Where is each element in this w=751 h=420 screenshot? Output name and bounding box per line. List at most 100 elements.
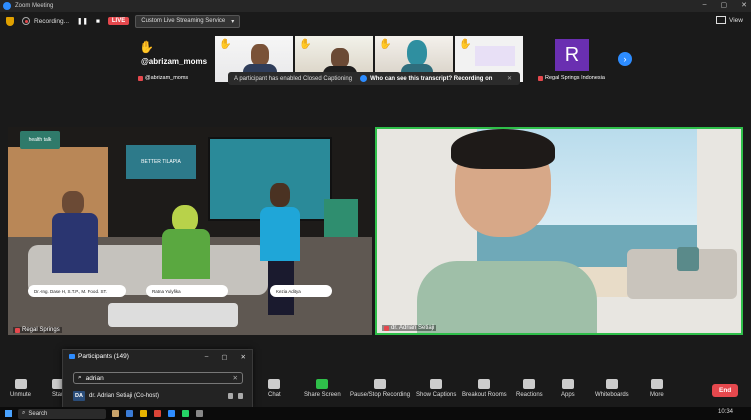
raised-hand-icon: ✋ xyxy=(379,39,392,50)
share-screen-icon xyxy=(316,379,329,389)
participant-head xyxy=(331,48,349,68)
chat-button[interactable]: Chat xyxy=(268,379,281,398)
participant-search-input[interactable]: ⌕ adrian ✕ xyxy=(73,372,243,384)
close-icon[interactable]: ✕ xyxy=(741,1,747,9)
view-button[interactable]: View xyxy=(716,16,743,24)
apps-icon xyxy=(561,379,574,389)
minimize-icon[interactable]: – xyxy=(205,353,209,361)
video-name-label: Regal Springs xyxy=(13,327,62,333)
apps-button[interactable]: Apps xyxy=(561,379,575,398)
guest-body xyxy=(162,229,210,279)
whiteboards-button[interactable]: Whiteboards xyxy=(595,379,629,398)
search-icon: ⌕ xyxy=(22,410,26,416)
settings-icon[interactable] xyxy=(196,410,203,417)
thumbnail-abrizam[interactable]: ✋ @abrizam_moms @abrizam_moms xyxy=(135,36,213,82)
folder-icon[interactable] xyxy=(140,410,147,417)
presenter-head xyxy=(270,183,290,207)
raised-hand-icon: ✋ xyxy=(139,40,154,54)
speaker-shirt xyxy=(417,261,597,333)
app-icon[interactable] xyxy=(126,410,133,417)
unmute-button[interactable]: Unmute xyxy=(10,379,31,398)
more-icon xyxy=(650,379,663,389)
shield-icon[interactable] xyxy=(6,16,14,26)
record-icon xyxy=(22,17,30,25)
participant-name: dr. Adrian Setiaji (Co-host) xyxy=(89,393,160,399)
meeting-info-bar: Recording... ❚❚ ■ LIVE Custom Live Strea… xyxy=(0,12,751,30)
coffee-table xyxy=(108,303,238,327)
zoom-logo-icon xyxy=(3,2,11,10)
stream-service-dropdown[interactable]: Custom Live Streaming Service ▾ xyxy=(135,14,241,28)
thumbnail-name: @abrizam_moms xyxy=(138,75,188,81)
show-logo: health talk xyxy=(20,131,60,149)
pause-stop-recording-button[interactable]: Pause/Stop Recording xyxy=(350,379,410,398)
cushion xyxy=(677,247,699,271)
app-icon[interactable] xyxy=(112,410,119,417)
raised-hand-icon: ✋ xyxy=(299,39,312,50)
reactions-button[interactable]: Reactions xyxy=(516,379,543,398)
video-regal-springs[interactable]: health talk BETTER TILAPIA Dr.-Ing. Dase… xyxy=(8,127,372,335)
pause-recording-icon[interactable]: ❚❚ xyxy=(77,17,88,25)
pause-recording-icon xyxy=(374,379,387,389)
search-icon: ⌕ xyxy=(78,374,82,381)
close-icon[interactable]: ✕ xyxy=(507,75,512,82)
chevron-right-icon: › xyxy=(623,54,627,64)
clear-search-icon[interactable]: ✕ xyxy=(233,374,238,382)
view-label: View xyxy=(729,16,743,24)
whiteboard-icon xyxy=(605,379,618,389)
participant-status-icons xyxy=(228,393,243,399)
more-button[interactable]: More xyxy=(650,379,664,398)
minimize-icon[interactable]: – xyxy=(703,1,707,9)
mic-off-icon xyxy=(138,75,143,81)
reactions-icon xyxy=(523,379,536,389)
avatar: DA xyxy=(73,391,85,401)
taskbar-apps xyxy=(112,410,203,417)
presenter-body xyxy=(260,207,300,261)
participant-row[interactable]: DA dr. Adrian Setiaji (Co-host) xyxy=(73,390,243,402)
show-captions-button[interactable]: Show Captions xyxy=(416,379,456,398)
participant-head xyxy=(251,44,269,66)
backdrop-sign: BETTER TILAPIA xyxy=(126,145,196,179)
title-bar: Zoom Meeting – ▢ ✕ xyxy=(0,0,751,12)
taskbar-search[interactable]: ⌕ Search xyxy=(18,408,106,419)
chevron-down-icon: ▾ xyxy=(231,18,235,25)
stop-recording-icon[interactable]: ■ xyxy=(96,18,100,25)
lower-third-3: Kezia Aditya xyxy=(270,285,332,297)
recording-label: Recording... xyxy=(34,17,70,25)
maximize-icon[interactable]: ▢ xyxy=(721,1,728,9)
participant-hijab xyxy=(407,40,427,66)
breakout-rooms-button[interactable]: Breakout Rooms xyxy=(462,379,507,398)
mic-off-icon xyxy=(15,327,20,333)
host-head xyxy=(62,191,84,215)
video-dr-adrian[interactable]: dr. Adrian Setiaji xyxy=(375,127,743,335)
video-name-label: dr. Adrian Setiaji xyxy=(382,325,437,331)
avatar: R xyxy=(555,39,589,71)
mic-off-icon xyxy=(384,325,389,331)
lower-third-2: Ratna Yulyfika xyxy=(146,285,228,297)
cc-banner-link[interactable]: Who can see this transcript? Recording o… xyxy=(360,75,492,82)
mic-off-icon xyxy=(228,393,233,399)
participants-title: Participants (149) xyxy=(78,353,129,360)
windows-start-icon[interactable] xyxy=(5,410,12,417)
video-off-icon xyxy=(238,393,243,399)
mic-icon xyxy=(14,379,27,389)
zoom-icon[interactable] xyxy=(168,410,175,417)
close-icon[interactable]: ✕ xyxy=(241,353,246,361)
stream-service-label: Custom Live Streaming Service xyxy=(141,17,226,24)
next-page-button[interactable]: › xyxy=(618,52,632,66)
live-badge: LIVE xyxy=(107,17,130,25)
end-button[interactable]: End xyxy=(712,384,739,397)
info-icon xyxy=(360,75,368,82)
raised-hand-icon: ✋ xyxy=(459,39,472,50)
participants-header: Participants (149) xyxy=(69,353,129,360)
participants-panel: Participants (149) – ▢ ✕ ⌕ adrian ✕ DA d… xyxy=(62,349,253,409)
window-controls: – ▢ ✕ xyxy=(703,1,747,9)
chrome-icon[interactable] xyxy=(154,410,161,417)
whatsapp-icon[interactable] xyxy=(182,410,189,417)
grid-icon xyxy=(716,16,727,24)
cc-banner-text: A participant has enabled Closed Caption… xyxy=(234,75,353,82)
thumbnail-regal-springs[interactable]: R Regal Springs Indonesia xyxy=(535,36,613,82)
maximize-icon[interactable]: ▢ xyxy=(221,353,227,361)
share-screen-button[interactable]: Share Screen xyxy=(304,379,341,398)
cc-icon xyxy=(430,379,443,389)
mic-off-icon xyxy=(538,75,543,81)
